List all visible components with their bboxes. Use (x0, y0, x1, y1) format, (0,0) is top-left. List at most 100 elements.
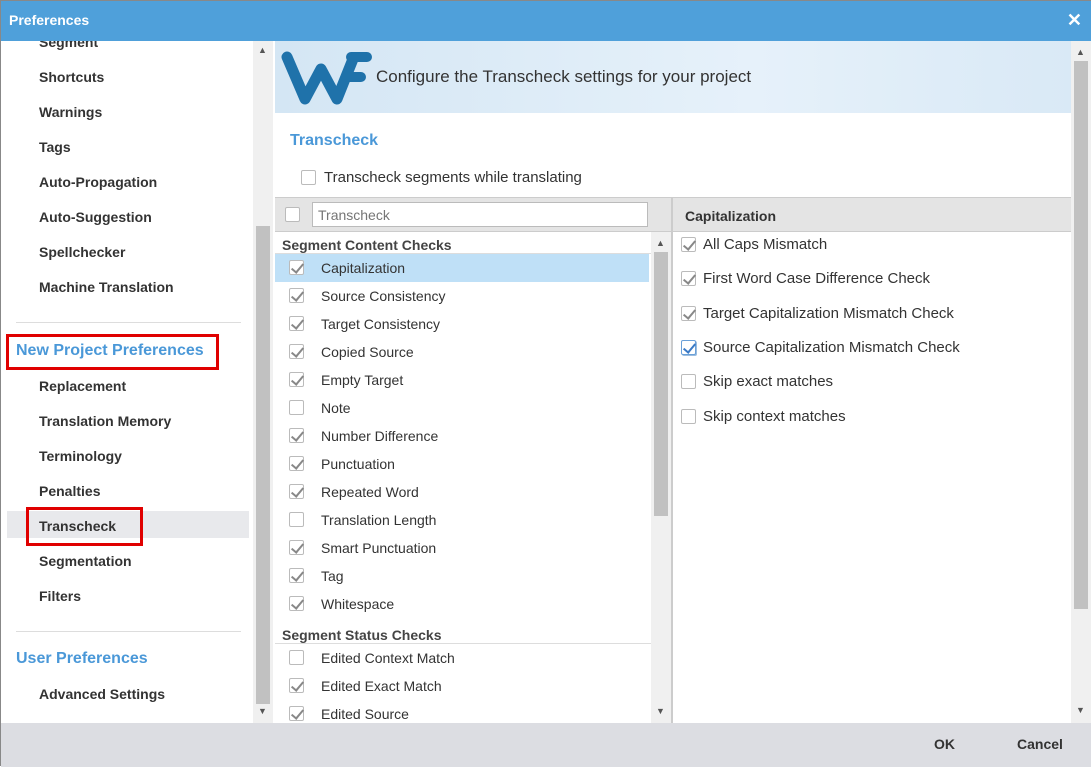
option-label: All Caps Mismatch (703, 236, 828, 253)
sidebar-item-auto-propagation[interactable]: Auto-Propagation (39, 174, 157, 190)
checkbox[interactable] (289, 596, 304, 611)
checkbox[interactable] (289, 316, 304, 331)
check-label: Repeated Word (321, 484, 419, 500)
checkbox[interactable] (289, 540, 304, 555)
checkbox[interactable] (681, 408, 696, 424)
checkbox[interactable] (301, 170, 316, 185)
check-row[interactable]: Copied Source (275, 338, 649, 366)
close-icon[interactable]: ✕ (1067, 10, 1082, 31)
checkbox[interactable] (681, 374, 696, 390)
check-row[interactable]: Note (275, 394, 649, 422)
scroll-up-icon[interactable]: ▲ (656, 238, 665, 248)
check-label: Edited Exact Match (321, 678, 442, 694)
scroll-up-icon[interactable]: ▲ (1076, 47, 1085, 57)
checkbox[interactable] (289, 288, 304, 303)
check-row[interactable]: Repeated Word (275, 478, 649, 506)
sidebar-scrollbar[interactable]: ▲ ▼ (253, 41, 273, 723)
checkbox[interactable] (289, 650, 304, 665)
check-label: Whitespace (321, 596, 395, 612)
scroll-down-icon[interactable]: ▼ (1076, 705, 1085, 715)
sidebar-item-filters[interactable]: Filters (39, 588, 81, 604)
check-row[interactable]: Whitespace (275, 590, 649, 618)
checkbox[interactable] (289, 400, 304, 415)
check-label: Capitalization (321, 260, 406, 276)
checkbox[interactable] (289, 706, 304, 721)
checkbox[interactable] (289, 428, 304, 443)
check-label: Translation Length (321, 512, 437, 528)
list-scrollbar[interactable]: ▲ ▼ (651, 232, 671, 723)
check-row[interactable]: Edited Exact Match (275, 672, 649, 700)
scrollbar-thumb[interactable] (1074, 61, 1088, 609)
checkbox[interactable] (681, 305, 696, 321)
sidebar-item-spellchecker[interactable]: Spellchecker (39, 244, 125, 260)
check-label: Tag (321, 568, 344, 584)
checkbox[interactable] (289, 484, 304, 499)
sidebar-item-shortcuts[interactable]: Shortcuts (39, 69, 104, 85)
divider (16, 322, 241, 323)
banner-text: Configure the Transcheck settings for yo… (376, 67, 752, 86)
checks-list: Segment Content Checks Capitalization Sour… (275, 232, 651, 723)
ok-button[interactable]: OK (934, 736, 955, 752)
group-header: Segment Content Checks (282, 237, 452, 253)
sidebar-item-advanced-settings[interactable]: Advanced Settings (39, 686, 165, 702)
check-label: Source Consistency (321, 288, 446, 304)
checkbox[interactable] (681, 271, 696, 287)
check-row[interactable]: Source Consistency (275, 282, 649, 310)
option-label: First Word Case Difference Check (703, 270, 931, 288)
check-row[interactable]: Translation Length (275, 506, 649, 534)
option-label: Skip exact matches (703, 373, 834, 391)
wf-logo (281, 51, 372, 105)
sidebar: Segment Shortcuts Warnings Tags Auto-Propaga… (1, 41, 253, 723)
checkbox[interactable] (289, 456, 304, 471)
title-bar: Preferences ✕ (1, 1, 1091, 41)
detail-title: Capitalization (685, 208, 777, 224)
scrollbar-thumb[interactable] (654, 252, 668, 516)
scrollbar-thumb[interactable] (256, 226, 270, 704)
check-row[interactable]: Number Difference (275, 422, 649, 450)
scroll-down-icon[interactable]: ▼ (656, 706, 665, 716)
checkbox[interactable] (289, 260, 304, 275)
scroll-down-icon[interactable]: ▼ (258, 706, 267, 716)
filter-input[interactable] (312, 202, 648, 227)
checkbox[interactable] (289, 678, 304, 693)
checkbox[interactable] (289, 568, 304, 583)
checkbox[interactable] (289, 344, 304, 359)
check-label: Empty Target (321, 372, 404, 388)
checkbox[interactable] (289, 512, 304, 527)
check-label: Target Consistency (321, 316, 441, 332)
sidebar-item-machine-translation[interactable]: Machine Translation (39, 279, 174, 295)
check-row[interactable]: Edited Context Match (275, 644, 649, 672)
check-row[interactable]: Target Consistency (275, 310, 649, 338)
sidebar-item-terminology[interactable]: Terminology (39, 448, 122, 464)
banner: Configure the Transcheck settings for yo… (275, 41, 1071, 113)
scroll-up-icon[interactable]: ▲ (258, 45, 267, 55)
sidebar-item-warnings[interactable]: Warnings (39, 104, 102, 120)
checkbox[interactable] (681, 339, 696, 355)
sidebar-item-auto-suggestion[interactable]: Auto-Suggestion (39, 209, 152, 225)
select-all-checkbox[interactable] (285, 207, 300, 222)
sidebar-item-translation-memory[interactable]: Translation Memory (39, 413, 171, 429)
sidebar-item-segmentation[interactable]: Segmentation (39, 553, 132, 569)
check-row[interactable]: Punctuation (275, 450, 649, 478)
cancel-button[interactable]: Cancel (1017, 736, 1063, 752)
check-label: Punctuation (321, 456, 395, 472)
check-label: Edited Context Match (321, 650, 455, 666)
check-row[interactable]: Empty Target (275, 366, 649, 394)
check-label: Smart Punctuation (321, 540, 437, 556)
sidebar-item-tags[interactable]: Tags (39, 139, 71, 155)
check-row[interactable]: Capitalization (275, 254, 649, 282)
sidebar-item-replacement[interactable]: Replacement (39, 378, 126, 394)
check-row[interactable]: Edited Source (275, 700, 649, 723)
check-label: Number Difference (321, 428, 439, 444)
checkbox[interactable] (681, 237, 696, 252)
checkbox[interactable] (289, 372, 304, 387)
highlight-box (26, 507, 143, 546)
check-row[interactable]: Tag (275, 562, 649, 590)
sidebar-item-penalties[interactable]: Penalties (39, 483, 100, 499)
sidebar-item-segment[interactable]: Segment (39, 41, 98, 50)
check-row[interactable]: Smart Punctuation (275, 534, 649, 562)
option-label: Source Capitalization Mismatch Check (703, 338, 960, 356)
check-label: Edited Source (321, 706, 409, 722)
transcheck-while-translating-checkbox[interactable]: Transcheck segments while translating (301, 168, 621, 188)
main-scrollbar[interactable]: ▲ ▼ (1071, 41, 1091, 723)
